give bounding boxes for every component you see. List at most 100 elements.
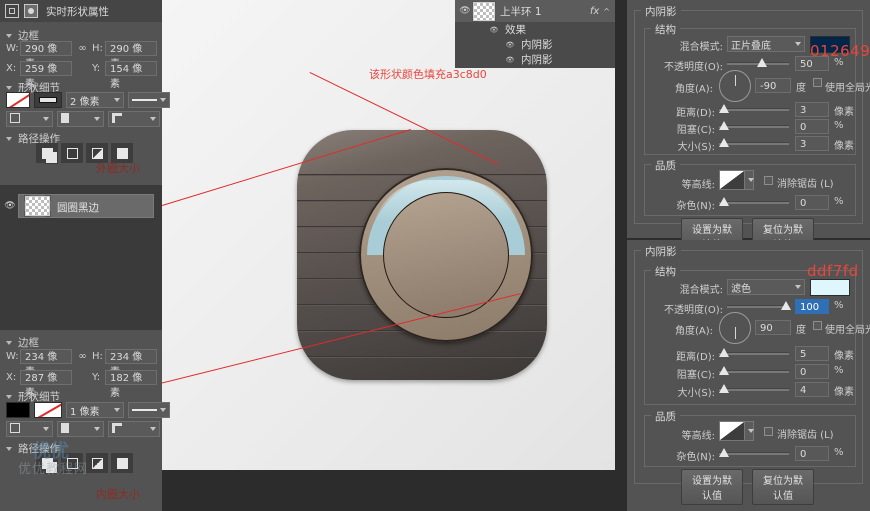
fill-color-swatch[interactable] [6, 92, 30, 108]
blend-mode-combo-2[interactable]: 滤色 [727, 279, 805, 295]
distance-slider-2[interactable] [719, 347, 789, 358]
noise-input-2[interactable]: 0 [795, 446, 829, 461]
layer-visibility-eye-icon[interactable]: 👁 [457, 6, 473, 16]
contour-picker-2[interactable] [719, 421, 754, 441]
opacity-input-1[interactable]: 50 [795, 56, 829, 71]
distance-input-1[interactable]: 3 [795, 102, 829, 117]
inner-shadow-title-2: 内阴影 [641, 244, 681, 259]
antialias-checkbox-2[interactable] [764, 427, 773, 436]
shape-properties-tab-icon[interactable] [5, 4, 19, 18]
blend-mode-combo-1[interactable]: 正片叠底 [727, 36, 805, 52]
angle-input-1[interactable]: -90 [755, 78, 791, 93]
distance-label-1: 距离(D): [676, 108, 715, 119]
y-input-2[interactable]: 182 像素 [105, 370, 157, 399]
antialias-label-2: 消除锯齿 (L) [777, 430, 834, 441]
layer-row-inner-shadow-1[interactable]: 👁 内阴影 [455, 37, 615, 52]
inner-shadow-title-1: 内阴影 [641, 4, 681, 19]
frame-size-row-2: W: 234 像素 ∞ H: 234 像素 [6, 349, 157, 378]
angle-dial-1[interactable] [719, 70, 751, 102]
stroke-cap-combo-2[interactable] [57, 421, 104, 437]
choke-input-2[interactable]: 0 [795, 364, 829, 379]
height-input-2[interactable]: 234 像素 [105, 349, 157, 378]
path-op-intersect-button-2[interactable] [86, 453, 108, 473]
reset-default-button-2[interactable]: 复位为默认值 [752, 469, 814, 505]
annotation-outer-size: 外圈大小 [96, 162, 140, 175]
angle-input-2[interactable]: 90 [755, 320, 791, 335]
layer-thumbnail [24, 195, 51, 217]
layer-fx-icon[interactable]: fx [590, 6, 603, 17]
stroke-row-1-b: 1 像素 [6, 402, 170, 418]
layer-visibility-eye-icon[interactable]: 👁 [4, 201, 16, 211]
noise-input-1[interactable]: 0 [795, 195, 829, 210]
layer-row-upper-arc[interactable]: 👁 上半环 1 fx ^ [455, 0, 615, 22]
stroke-corner-combo[interactable] [108, 111, 160, 127]
effects-visibility-eye-icon[interactable]: 👁 [487, 26, 501, 34]
contour-dropdown-button[interactable] [745, 421, 754, 441]
opacity-slider-1[interactable] [727, 57, 789, 68]
link-dimensions-icon-2[interactable]: ∞ [72, 351, 92, 362]
y-input[interactable]: 154 像素 [105, 61, 157, 90]
stroke-color-swatch[interactable] [34, 92, 62, 108]
stroke-align-combo[interactable] [6, 111, 53, 127]
stroke-corner-combo-2[interactable] [108, 421, 160, 437]
contour-dropdown-button[interactable] [745, 170, 754, 190]
layer-row-inner-shadow-2[interactable]: 👁 内阴影 [455, 52, 615, 67]
size-input-2[interactable]: 4 [795, 382, 829, 397]
layers-panel: 👁 上半环 1 fx ^ 👁 效果 👁 内阴影 👁 内阴影 [455, 0, 615, 68]
noise-slider-1[interactable] [719, 196, 789, 207]
size-slider-2[interactable] [719, 383, 789, 394]
inner-shadow-visibility-eye-icon[interactable]: 👁 [503, 56, 517, 64]
noise-slider-2[interactable] [719, 447, 789, 458]
shadow-color-swatch-2[interactable] [810, 279, 850, 296]
layer-row-effects[interactable]: 👁 效果 [455, 22, 615, 37]
stroke-cap-combo[interactable] [57, 111, 104, 127]
opacity-input-2[interactable]: 100 [795, 299, 829, 314]
width-input[interactable]: 290 像素 [20, 41, 72, 70]
properties-tab-bar[interactable]: 实时形状属性 [0, 0, 162, 22]
global-light-checkbox-2[interactable] [813, 321, 822, 330]
stroke-color-swatch-2[interactable] [34, 402, 62, 418]
path-op-subtract-button[interactable] [61, 143, 83, 163]
global-light-checkbox-1[interactable] [813, 78, 822, 87]
stroke-align-combo-2[interactable] [6, 421, 53, 437]
stroke-style-combo[interactable] [128, 92, 170, 108]
global-light-row-1[interactable] [813, 78, 822, 87]
inner-shadow-panel-1: 内阴影 结构 混合模式: 正片叠底 012649 不透明度(O): 50 % 角… [627, 0, 870, 254]
contour-picker-1[interactable] [719, 170, 754, 190]
x-input[interactable]: 259 像素 [20, 61, 72, 90]
inner-shadow-visibility-eye-icon[interactable]: 👁 [503, 41, 517, 49]
choke-slider-1[interactable] [719, 120, 789, 131]
choke-slider-2[interactable] [719, 365, 789, 376]
stroke-style-combo-2[interactable] [128, 402, 170, 418]
stroke-width-combo[interactable]: 2 像素 [66, 92, 124, 108]
quality-label-2: 品质 [651, 409, 680, 424]
path-op-exclude-button-2[interactable] [111, 453, 133, 473]
frame-position-row: X: 259 像素 Y: 154 像素 [6, 61, 157, 90]
size-slider-1[interactable] [719, 137, 789, 148]
section-frame-header-2[interactable]: 边框 [6, 335, 39, 350]
distance-slider-1[interactable] [719, 103, 789, 114]
fill-color-swatch-2[interactable] [6, 402, 30, 418]
path-op-combine-button[interactable] [36, 143, 58, 163]
corner-icon [112, 422, 122, 433]
width-input-2[interactable]: 234 像素 [20, 349, 72, 378]
opacity-slider-2[interactable] [727, 300, 791, 311]
layer-expand-chevron-icon[interactable]: ^ [603, 7, 615, 16]
angle-dial-2[interactable] [719, 312, 751, 344]
angle-label-2: 角度(A): [674, 326, 713, 337]
distance-unit-1: 像素 [834, 107, 854, 118]
chevron-down-icon [150, 427, 156, 431]
link-dimensions-icon[interactable]: ∞ [72, 43, 92, 54]
contour-label-2: 等高线: [681, 431, 715, 442]
choke-input-1[interactable]: 0 [795, 119, 829, 134]
w-label-2: W: [6, 351, 19, 362]
x-input-2[interactable]: 287 像素 [20, 370, 72, 399]
height-input[interactable]: 290 像素 [105, 41, 157, 70]
stroke-width-combo-2[interactable]: 1 像素 [66, 402, 124, 418]
layer-name: 上半环 1 [500, 5, 542, 18]
size-input-1[interactable]: 3 [795, 136, 829, 151]
mask-properties-tab-icon[interactable] [24, 4, 38, 18]
antialias-checkbox-1[interactable] [764, 176, 773, 185]
set-default-button-2[interactable]: 设置为默认值 [681, 469, 743, 505]
distance-input-2[interactable]: 5 [795, 346, 829, 361]
